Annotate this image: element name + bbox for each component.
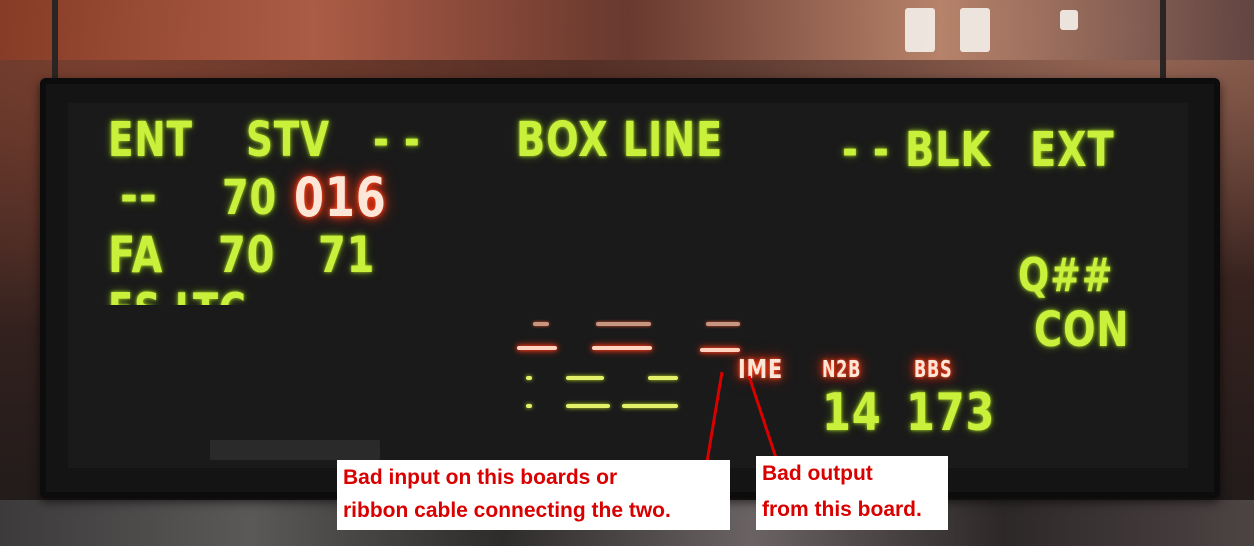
right-q-number: Q## xyxy=(1018,248,1114,302)
annotation-output-line2: from this board. xyxy=(762,498,922,521)
right-con: CON xyxy=(1034,302,1130,358)
row4-clip: FS LTC xyxy=(100,283,320,305)
row3-value-b: 71 xyxy=(318,226,376,284)
ceiling-light xyxy=(960,8,990,52)
brand-plate xyxy=(210,440,380,460)
row4-partial-text: FS LTC xyxy=(108,283,247,305)
header-ent: ENT xyxy=(108,112,193,168)
header-dash-left: - - xyxy=(373,112,421,168)
header-box-line: BOX LINE xyxy=(516,112,724,168)
annotation-input-line2: ribbon cable connecting the two. xyxy=(343,499,671,522)
annotation-output-line1: Bad output xyxy=(762,462,873,485)
hanging-cable xyxy=(1160,0,1166,80)
header-dash-right: - - xyxy=(842,122,890,178)
lower-bbs-label: BBS xyxy=(914,357,953,383)
header-stv: STV xyxy=(246,112,330,168)
row2-value-a: 70 xyxy=(222,170,278,226)
row2-value-b: 016 xyxy=(294,166,387,229)
annotation-box-input: Bad input on this boards or ribbon cable… xyxy=(337,460,730,530)
row2-dashes: -- xyxy=(120,168,158,224)
annotation-input-line1: Bad input on this boards or xyxy=(343,466,618,489)
header-blk: BLK xyxy=(905,122,991,178)
hanging-cable xyxy=(52,0,58,80)
lower-ime-label: IME xyxy=(738,355,784,385)
ceiling-light xyxy=(1060,10,1078,30)
lower-bbs-value: 173 xyxy=(906,383,996,443)
warehouse-ceiling xyxy=(0,0,1254,60)
lower-n2b-label: N2B xyxy=(822,357,862,383)
row3-value-a: 70 xyxy=(218,226,276,284)
annotation-box-output: Bad output from this board. xyxy=(756,456,948,530)
ceiling-light xyxy=(905,8,935,52)
lower-n2b-value: 14 xyxy=(822,383,882,443)
header-ext: EXT xyxy=(1030,122,1115,178)
row3-fa: FA xyxy=(108,226,164,284)
